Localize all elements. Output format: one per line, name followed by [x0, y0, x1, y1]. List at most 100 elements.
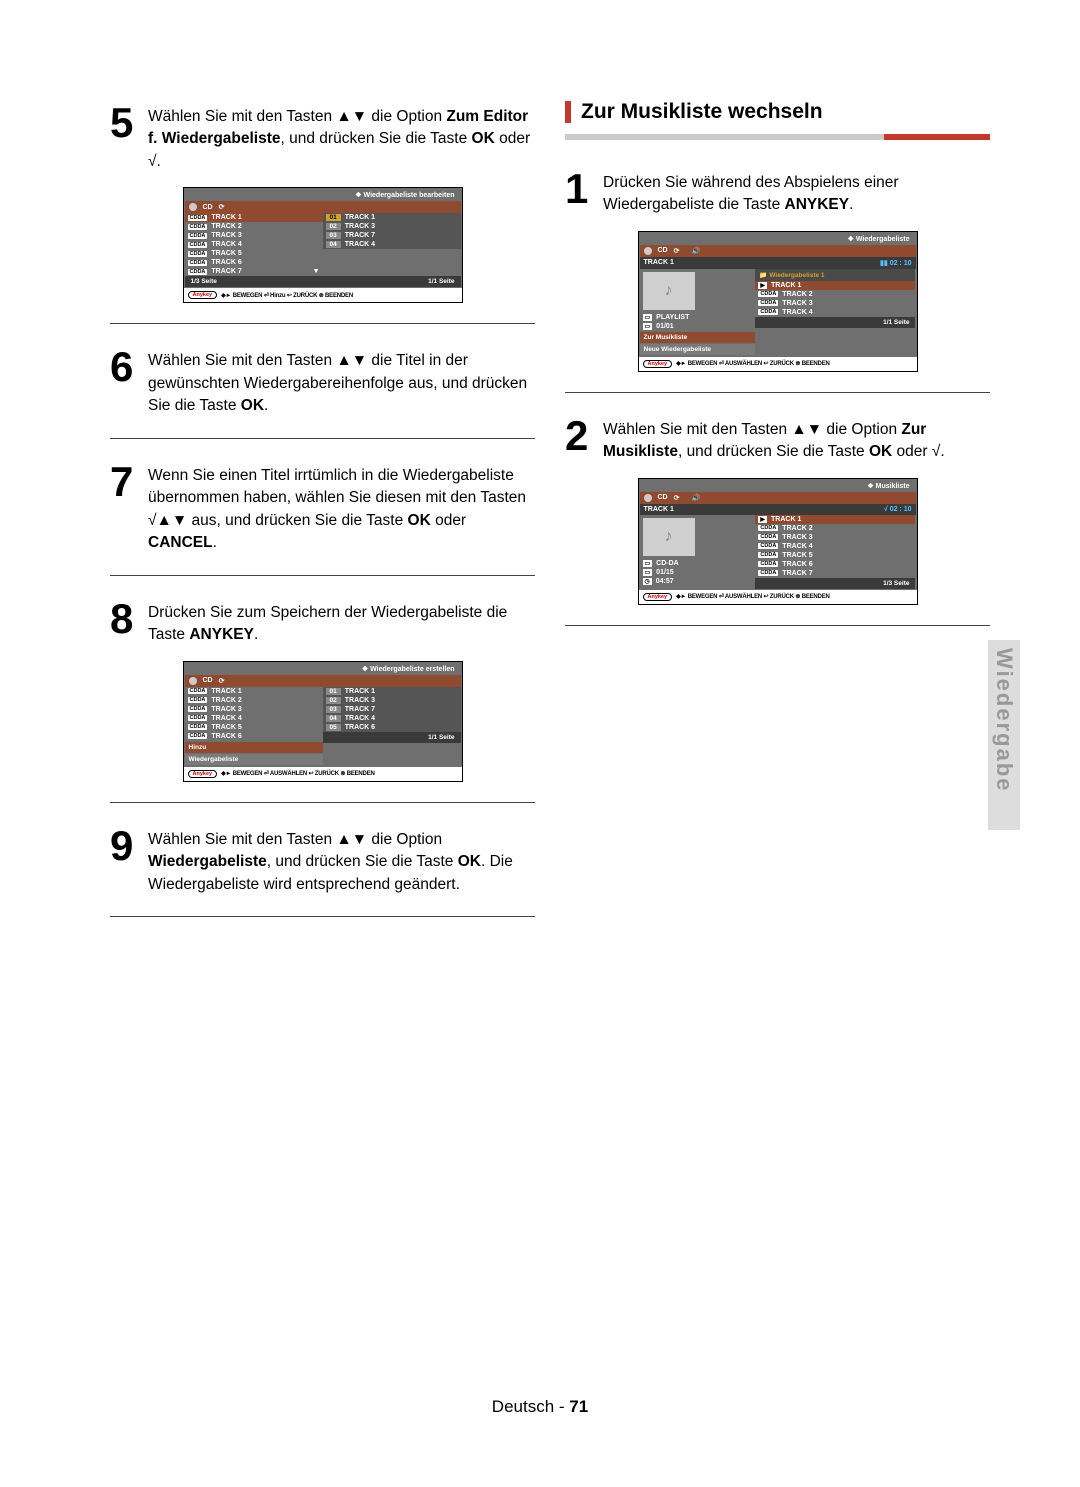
legend-text: ◆► BEWEGEN ⏎ AUSWÄHLEN ↩ ZURÜCK ⊗ BEENDE… [676, 593, 830, 600]
cd-label: CD [658, 247, 668, 254]
cdda-badge: CDDA [188, 224, 208, 230]
repeat-icon: ⟳ [219, 677, 225, 685]
step-number: 7 [110, 459, 148, 555]
osd-title: Wiedergabeliste [640, 233, 916, 245]
track-label: TRACK 2 [211, 223, 241, 230]
play-time: ▮▮ 02 : 10 [880, 259, 911, 267]
playlist-name: Wiedergabeliste 1 [769, 272, 824, 279]
step-text: Drücken Sie zum Speichern der Wiedergabe… [148, 596, 535, 647]
t: , und drücken Sie die Taste [267, 853, 458, 870]
track-label: TRACK 5 [211, 250, 241, 257]
osd-screenshot-edit-playlist: Wiedergabeliste bearbeiten CD ⟳ CDDATRAC… [183, 187, 463, 303]
osd-legend: Anykey ◆► BEWEGEN ⏎ AUSWÄHLEN ↩ ZURÜCK ⊗… [639, 590, 917, 604]
disc-icon [189, 677, 197, 685]
step-text: Wählen Sie mit den Tasten ▲▼ die Option … [148, 100, 535, 173]
divider [565, 625, 990, 626]
step-number: 6 [110, 344, 148, 417]
repeat-icon: ⟳ [674, 494, 680, 502]
counter-icon: ▭ [643, 323, 653, 330]
left-info-pane: ♪ ▭CD-DA ▭01/15 ◷04:57 [640, 515, 756, 589]
osd-legend: Anykey ◆► BEWEGEN ⏎ AUSWÄHLEN ↩ ZURÜCK ⊗… [639, 357, 917, 371]
track-label: TRACK 7 [782, 570, 812, 577]
nav-arrows-icon: ▲▼ [336, 831, 367, 848]
ok-key: OK [472, 130, 495, 147]
step-7: 7 Wenn Sie einen Titel irrtümlich in die… [110, 459, 535, 555]
divider [110, 802, 535, 803]
chapter-side-tab: Wiedergabe [988, 640, 1020, 830]
cdda-badge: CDDA [188, 706, 208, 712]
track-label: TRACK 2 [782, 525, 812, 532]
divider [110, 323, 535, 324]
index: 01 [326, 214, 341, 221]
step-6: 6 Wählen Sie mit den Tasten ▲▼ die Titel… [110, 344, 535, 417]
disc-icon [644, 247, 652, 255]
albumart-icon: ♪ [643, 518, 695, 556]
cdda-label: CD-DA [656, 560, 679, 567]
anykey-button: Anykey [643, 593, 673, 601]
track-label: TRACK 6 [211, 259, 241, 266]
heading-underline [565, 134, 990, 140]
cdda-badge: CDDA [188, 251, 208, 257]
divider [110, 438, 535, 439]
track-label: TRACK 1 [345, 688, 375, 695]
t: , und drücken Sie die Taste [678, 443, 869, 460]
cdda-badge: CDDA [188, 715, 208, 721]
osd-screenshot-musikliste: Musikliste CD ⟳ 🔊 TRACK 1 √ 02 : 10 ♪ [638, 478, 918, 605]
page: 1/3 Seite [883, 580, 909, 587]
anykey-key: ANYKEY [785, 196, 850, 213]
source-tracks: CDDATRACK 1 CDDATRACK 2 CDDATRACK 3 CDDA… [185, 687, 323, 766]
ok-key: OK [869, 443, 892, 460]
step-1: 1 Drücken Sie während des Abspielens ein… [565, 166, 990, 217]
t: die Option [367, 108, 446, 125]
counter-icon: ▭ [643, 569, 653, 576]
step-text: Wählen Sie mit den Tasten ▲▼ die Titel i… [148, 344, 535, 417]
heading-bar-icon [565, 101, 571, 123]
step-number: 5 [110, 100, 148, 173]
legend-text: ◆► BEWEGEN ⏎ AUSWÄHLEN ↩ ZURÜCK ⊗ BEENDE… [676, 360, 830, 367]
track-label: TRACK 4 [345, 241, 375, 248]
t: aus, und drücken Sie die Taste [187, 512, 407, 529]
ok-key: OK [408, 512, 431, 529]
cdda-badge: CDDA [188, 697, 208, 703]
play-icon: ▶ [758, 282, 767, 289]
index: 02 [326, 697, 341, 704]
track-label: TRACK 4 [782, 309, 812, 316]
track-label: TRACK 1 [771, 516, 801, 523]
cdda-badge: CDDA [188, 260, 208, 266]
osd-topbar: CD ⟳ [185, 675, 461, 687]
right-track-pane: ▶TRACK 1 CDDATRACK 2 CDDATRACK 3 CDDATRA… [755, 515, 915, 589]
repeat-icon: ⟳ [674, 247, 680, 255]
index: 02 [326, 223, 341, 230]
anykey-button: Anykey [643, 360, 673, 368]
osd-topbar: CD ⟳ 🔊 [640, 245, 916, 257]
step-number: 2 [565, 413, 603, 464]
cdda-badge: CDDA [758, 570, 778, 576]
index: 03 [326, 706, 341, 713]
track-label: TRACK 1 [211, 214, 241, 221]
now-playing-bar: TRACK 1 √ 02 : 10 [640, 504, 916, 515]
step-text: Drücken Sie während des Abspielens einer… [603, 166, 990, 217]
osd-legend: Anykey ◆► BEWEGEN ⏎ AUSWÄHLEN ↩ ZURÜCK ⊗… [184, 767, 462, 781]
divider [565, 392, 990, 393]
track-label: TRACK 3 [345, 697, 375, 704]
repeat-icon: ⟳ [219, 203, 225, 211]
right-track-pane: 📁 Wiedergabeliste 1 ▶TRACK 1 CDDATRACK 2… [755, 269, 915, 356]
t: Wählen Sie mit den Tasten [148, 352, 336, 369]
track-label: TRACK 3 [345, 223, 375, 230]
scroll-down-icon: ▼ [313, 268, 320, 275]
track-label: TRACK 4 [345, 715, 375, 722]
index: 03 [326, 232, 341, 239]
nav-arrows-icon: √▲▼ [148, 512, 187, 529]
cd-label: CD [203, 204, 213, 211]
t: die Option [822, 421, 901, 438]
index: 05 [326, 724, 341, 731]
cdda-badge: CDDA [758, 309, 778, 315]
osd-title: Musikliste [640, 480, 916, 492]
cd-label: CD [203, 677, 213, 684]
anykey-button: Anykey [188, 291, 218, 299]
index: 04 [326, 241, 341, 248]
step-number: 9 [110, 823, 148, 896]
manual-page: 5 Wählen Sie mit den Tasten ▲▼ die Optio… [0, 0, 1080, 1487]
anykey-key: ANYKEY [189, 626, 254, 643]
track-label: TRACK 3 [211, 232, 241, 239]
